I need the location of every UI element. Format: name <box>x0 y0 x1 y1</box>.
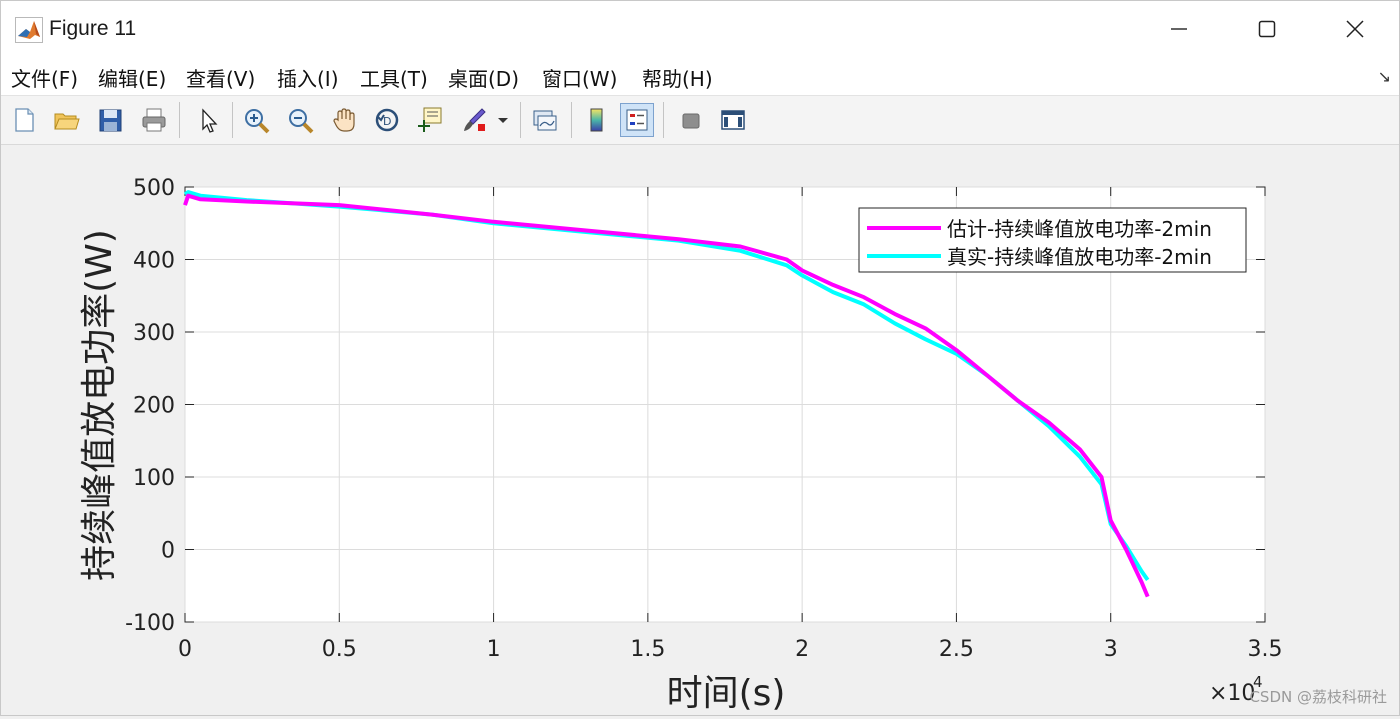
matlab-logo-icon <box>15 17 43 43</box>
x-tick-label: 1 <box>487 637 501 662</box>
x-tick-label: 2 <box>795 637 809 662</box>
hide-plot-tools-icon[interactable] <box>674 103 708 137</box>
menu-insert[interactable]: 插入(I) <box>277 63 339 92</box>
toolbar-separator <box>663 102 664 138</box>
dock-arrow-icon[interactable]: ↘ <box>1378 67 1391 86</box>
legend-label-estimate: 估计-持续峰值放电功率-2min <box>947 217 1212 241</box>
y-tick-label: 500 <box>133 176 175 201</box>
x-tick-label: 0.5 <box>322 637 357 662</box>
rotate-3d-icon[interactable]: D <box>370 103 404 137</box>
maximize-button[interactable] <box>1223 1 1311 57</box>
show-plot-tools-icon[interactable] <box>716 103 750 137</box>
menu-tools[interactable]: 工具(T) <box>360 63 428 92</box>
toolbar-separator <box>179 102 180 138</box>
menu-file[interactable]: 文件(F) <box>11 63 78 92</box>
y-axis-label: 持续峰值放电功率(W) <box>79 229 120 581</box>
svg-text:D: D <box>383 115 391 128</box>
minimize-icon <box>1171 28 1187 30</box>
figure-toolbar: D <box>1 96 1399 145</box>
print-icon[interactable] <box>137 103 171 137</box>
data-cursor-icon[interactable] <box>413 103 447 137</box>
y-tick-label: 100 <box>133 466 175 491</box>
menu-bar: 文件(F) 编辑(E) 查看(V) 插入(I) 工具(T) 桌面(D) 窗口(W… <box>1 57 1399 96</box>
zoom-out-icon[interactable] <box>283 103 317 137</box>
title-bar: Figure 11 <box>1 1 1399 57</box>
maximize-icon <box>1258 20 1276 38</box>
x-tick-label: 3.5 <box>1248 637 1283 662</box>
close-icon <box>1346 20 1364 38</box>
y-tick-label: 200 <box>133 394 175 419</box>
legend[interactable]: 估计-持续峰值放电功率-2min 真实-持续峰值放电功率-2min <box>858 207 1247 273</box>
legend-label-true: 真实-持续峰值放电功率-2min <box>947 245 1212 269</box>
legend-icon[interactable] <box>620 103 654 137</box>
link-plot-icon[interactable] <box>527 103 561 137</box>
menu-window[interactable]: 窗口(W) <box>542 63 617 92</box>
brush-dropdown-icon[interactable] <box>493 103 513 137</box>
x-tick-label: 3 <box>1104 637 1118 662</box>
toolbar-separator <box>232 102 233 138</box>
zoom-in-icon[interactable] <box>239 103 273 137</box>
y-tick-label: 300 <box>133 321 175 346</box>
save-icon[interactable] <box>93 103 127 137</box>
x-tick-label: 2.5 <box>939 637 974 662</box>
y-tick-label: 0 <box>161 539 175 564</box>
x-tick-label: 0 <box>178 637 192 662</box>
toolbar-separator <box>571 102 572 138</box>
figure-window: Figure 11 文件(F) 编辑(E) 查看(V) 插入(I) 工具(T) … <box>0 0 1400 716</box>
watermark: CSDN @荔枝科研社 <box>1249 688 1387 706</box>
figure-canvas: 0 0.5 1 1.5 2 2.5 3 3.5 -100 0 100 200 300 400 500 估计-… <box>1 145 1399 715</box>
close-button[interactable] <box>1311 1 1399 57</box>
menu-edit[interactable]: 编辑(E) <box>98 63 166 92</box>
menu-help[interactable]: 帮助(H) <box>642 63 713 92</box>
window-title: Figure 11 <box>49 17 137 40</box>
y-tick-label: -100 <box>125 611 175 636</box>
new-figure-icon[interactable] <box>7 103 41 137</box>
y-tick-label: 400 <box>133 249 175 274</box>
minimize-button[interactable] <box>1135 1 1223 57</box>
x-tick-label: 1.5 <box>630 637 665 662</box>
toolbar-separator <box>520 102 521 138</box>
x-axis-label: 时间(s) <box>667 673 786 714</box>
select-pointer-icon[interactable] <box>191 103 225 137</box>
menu-view[interactable]: 查看(V) <box>186 63 255 92</box>
menu-desktop[interactable]: 桌面(D) <box>448 63 519 92</box>
colorbar-icon[interactable] <box>579 103 613 137</box>
pan-hand-icon[interactable] <box>327 103 361 137</box>
open-file-icon[interactable] <box>49 103 83 137</box>
chart-svg[interactable]: 0 0.5 1 1.5 2 2.5 3 3.5-1000100200300400500 估计-… <box>1 145 1399 715</box>
brush-icon[interactable] <box>457 103 491 137</box>
